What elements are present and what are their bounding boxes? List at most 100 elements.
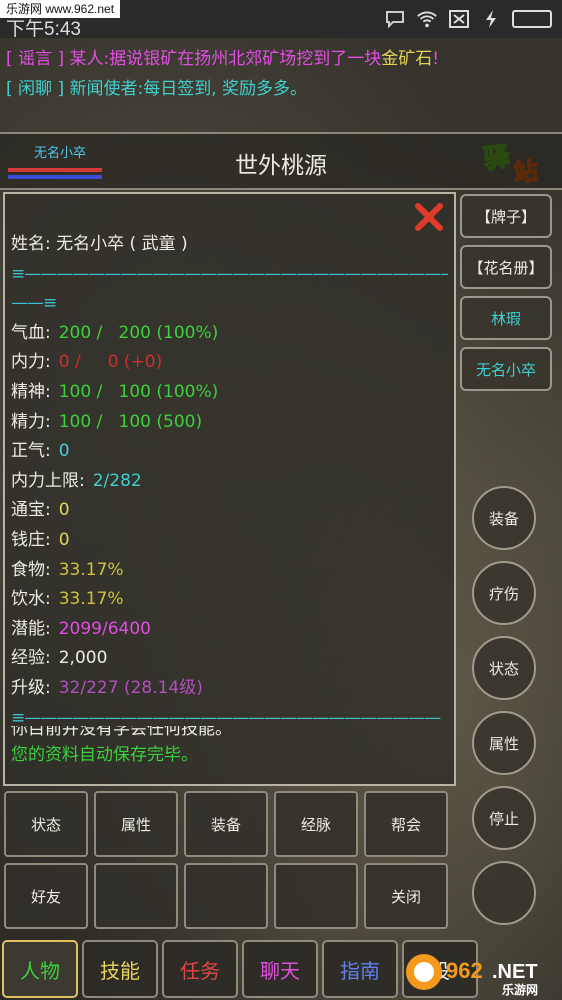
msg-speaker: 某人: xyxy=(69,49,110,69)
grid-status-button[interactable]: 状态 xyxy=(4,791,88,857)
close-icon[interactable] xyxy=(414,202,444,232)
stat-row: 通宝: 0 xyxy=(11,496,448,526)
bottom-tab-bar: 人物 技能 任务 聊天 指南 设 962 .NET 乐游网 xyxy=(0,938,562,1000)
npc-button[interactable]: 林瑕 xyxy=(460,296,552,340)
stat-row: 精神: 100 / 100 (100%) xyxy=(11,378,448,408)
wifi-icon xyxy=(416,8,438,30)
roster-button[interactable]: 【花名册】 xyxy=(460,245,552,289)
action-circles: 装备 疗伤 状态 属性 停止 xyxy=(472,486,536,936)
grid-guild-button[interactable]: 帮会 xyxy=(364,791,448,857)
grid-close-button[interactable]: 关闭 xyxy=(364,863,448,929)
station-logo-icon[interactable]: 驿 站 xyxy=(480,136,552,188)
stat-value: 2/282 xyxy=(92,470,142,491)
clock: 下午5:43 xyxy=(6,19,81,40)
grid-empty-button[interactable] xyxy=(274,863,358,929)
svg-text:962: 962 xyxy=(446,958,483,983)
stats-list: 姓名: 无名小卒 ( 武童 ) ≡———————————————————————… xyxy=(11,230,448,733)
grid-empty-button[interactable] xyxy=(94,863,178,929)
grid-empty-button[interactable] xyxy=(184,863,268,929)
location-title: 世外桃源 xyxy=(235,153,327,179)
stat-row: 饮水: 33.17% xyxy=(11,585,448,615)
player-button[interactable]: 无名小卒 xyxy=(460,347,552,391)
tab-quests[interactable]: 任务 xyxy=(162,940,238,998)
svg-text:.NET: .NET xyxy=(492,961,538,983)
stat-row: 气血: 200 / 200 (100%) xyxy=(11,319,448,349)
stat-label: 潜能: xyxy=(11,618,51,639)
stat-label: 饮水: xyxy=(11,589,51,610)
stat-label: 精力: xyxy=(11,411,51,432)
stop-circle-button[interactable]: 停止 xyxy=(472,786,536,850)
stat-value: 100 / 100 (100%) xyxy=(58,381,219,402)
title-bar: 无名小卒 世外桃源 驿 站 xyxy=(0,132,562,190)
battery-icon xyxy=(512,10,552,28)
stat-label: 内力上限: xyxy=(11,470,85,491)
stat-value: 200 / 200 (100%) xyxy=(58,322,219,343)
svg-text:驿: 驿 xyxy=(482,142,513,175)
stat-label: 钱庄: xyxy=(11,529,51,550)
tab-chat[interactable]: 聊天 xyxy=(242,940,318,998)
stat-value: 32/227 (28.14级) xyxy=(58,677,203,698)
tab-label: 技能 xyxy=(100,958,140,983)
grid-equip-button[interactable]: 装备 xyxy=(184,791,268,857)
stat-row: 正气: 0 xyxy=(11,437,448,467)
tab-skills[interactable]: 技能 xyxy=(82,940,158,998)
stat-value: 33.17% xyxy=(58,559,124,580)
stat-label: 食物: xyxy=(11,559,51,580)
watermark-top: 乐游网 www.962.net xyxy=(0,0,121,18)
stat-value: 2099/6400 xyxy=(58,618,151,639)
stat-row: 升级: 32/227 (28.14级) xyxy=(11,674,448,704)
status-circle-button[interactable]: 状态 xyxy=(472,636,536,700)
svg-text:站: 站 xyxy=(513,157,540,187)
message-chat: [ 闲聊 ] 新闻使者:每日签到, 奖励多多。 xyxy=(6,74,556,104)
divider: ≡——————————————————————————— xyxy=(11,263,448,284)
stat-label: 通宝: xyxy=(11,500,51,521)
divider: ——≡ xyxy=(11,293,57,314)
stat-row: 内力: 0 / 0 (+0) xyxy=(11,348,448,378)
tab-label: 人物 xyxy=(20,958,60,983)
grid-meridian-button[interactable]: 经脉 xyxy=(274,791,358,857)
system-messages: 你目前并没有学会任何技能。 您的资料自动保存完毕。 xyxy=(11,726,232,770)
grid-attribute-button[interactable]: 属性 xyxy=(94,791,178,857)
stat-row: 潜能: 2099/6400 xyxy=(11,615,448,645)
status-icons xyxy=(384,8,552,30)
stat-label: 升级: xyxy=(11,677,51,698)
stat-row: 钱庄: 0 xyxy=(11,526,448,556)
profile-panel: 姓名: 无名小卒 ( 武童 ) ≡———————————————————————… xyxy=(3,192,456,786)
grid-friends-button[interactable]: 好友 xyxy=(4,863,88,929)
plaque-button[interactable]: 【牌子】 xyxy=(460,194,552,238)
tab-character[interactable]: 人物 xyxy=(2,940,78,998)
stat-row: 内力上限: 2/282 xyxy=(11,467,448,497)
msg-tag: [ 闲聊 ] xyxy=(6,79,65,99)
msg-speaker: 新闻使者: xyxy=(69,79,144,99)
msg-tail: ! xyxy=(432,49,440,69)
tab-label: 聊天 xyxy=(260,958,300,983)
sim-off-icon xyxy=(448,8,470,30)
tab-label: 任务 xyxy=(180,958,220,983)
stat-row: 食物: 33.17% xyxy=(11,556,448,586)
tab-guide[interactable]: 指南 xyxy=(322,940,398,998)
watermark-logo: 962 .NET 乐游网 xyxy=(402,946,558,998)
chat-bubble-icon xyxy=(384,8,406,30)
stat-row: 精力: 100 / 100 (500) xyxy=(11,408,448,438)
name-row: 姓名: 无名小卒 ( 武童 ) xyxy=(11,234,188,254)
heal-circle-button[interactable]: 疗伤 xyxy=(472,561,536,625)
skills-message: 你目前并没有学会任何技能。 xyxy=(11,726,232,739)
save-message: 您的资料自动保存完毕。 xyxy=(11,745,198,765)
stat-label: 内力: xyxy=(11,352,51,373)
msg-text: 每日签到, 奖励多多。 xyxy=(143,79,308,99)
attribute-circle-button[interactable]: 属性 xyxy=(472,711,536,775)
stat-value: 0 xyxy=(58,441,70,462)
stat-label: 正气: xyxy=(11,441,51,462)
equip-circle-button[interactable]: 装备 xyxy=(472,486,536,550)
stat-row: 经验: 2,000 xyxy=(11,644,448,674)
message-feed: [ 谣言 ] 某人:据说银矿在扬州北郊矿场挖到了一块金矿石! [ 闲聊 ] 新闻… xyxy=(0,38,562,132)
message-rumor: [ 谣言 ] 某人:据说银矿在扬州北郊矿场挖到了一块金矿石! xyxy=(6,44,556,74)
charging-icon xyxy=(480,8,502,30)
stat-label: 精神: xyxy=(11,381,51,402)
stat-value: 100 / 100 (500) xyxy=(58,411,203,432)
msg-tag: [ 谣言 ] xyxy=(6,49,65,69)
empty-circle-button[interactable] xyxy=(472,861,536,925)
stat-value: 0 xyxy=(58,529,70,550)
stat-value: 2,000 xyxy=(58,648,108,669)
status-bar: 下午5:43 乐游网 www.962.net xyxy=(0,0,562,40)
